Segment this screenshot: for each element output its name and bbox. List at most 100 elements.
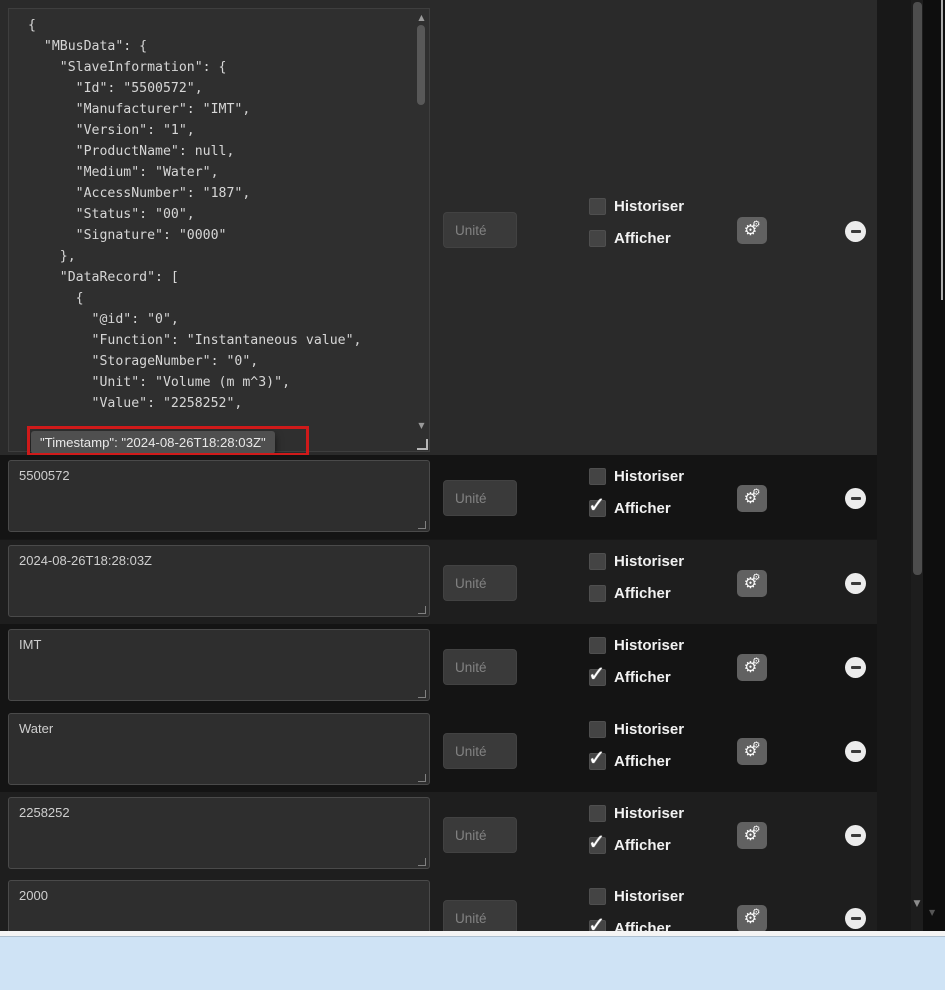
data-row: 2258252 Unité ✓ Historiser ✓ Afficher ⚙ … bbox=[0, 792, 877, 876]
unit-input[interactable]: Unité bbox=[443, 480, 517, 516]
settings-button[interactable]: ⚙ ⚙ bbox=[737, 738, 767, 765]
json-payload-textarea[interactable]: { "MBusData": { "SlaveInformation": { "I… bbox=[8, 8, 430, 454]
value-textarea[interactable]: 2000 bbox=[8, 880, 430, 931]
scroll-down-icon[interactable]: ▼ bbox=[416, 421, 427, 431]
afficher-row: ✓ Afficher bbox=[588, 493, 671, 517]
gear-small-icon: ⚙ bbox=[752, 741, 761, 751]
textarea-resize-grip[interactable] bbox=[417, 439, 428, 450]
historiser-row: ✓ Historiser bbox=[589, 552, 684, 570]
value-textarea[interactable]: IMT bbox=[8, 629, 430, 701]
remove-button[interactable] bbox=[845, 221, 866, 242]
textarea-resize-grip[interactable] bbox=[418, 690, 426, 698]
historiser-label: Historiser bbox=[614, 636, 685, 654]
unit-input[interactable]: Unité bbox=[443, 733, 517, 769]
scroll-up-icon[interactable]: ▲ bbox=[416, 13, 427, 23]
check-icon: ✓ bbox=[588, 661, 606, 686]
unit-input[interactable]: Unité bbox=[443, 900, 517, 931]
remove-button[interactable] bbox=[845, 825, 866, 846]
page-scrollbar[interactable]: ▼ bbox=[911, 0, 923, 931]
historiser-label: Historiser bbox=[614, 552, 685, 570]
historiser-checkbox[interactable]: ✓ bbox=[589, 720, 606, 738]
historiser-row: ✓ Historiser bbox=[589, 887, 684, 905]
textarea-resize-grip[interactable] bbox=[418, 774, 426, 782]
gear-small-icon: ⚙ bbox=[752, 488, 761, 498]
historiser-label: Historiser bbox=[614, 720, 685, 738]
unit-input[interactable]: Unité bbox=[443, 649, 517, 685]
afficher-checkbox[interactable]: ✓ bbox=[588, 662, 606, 686]
json-section: { "MBusData": { "SlaveInformation": { "I… bbox=[0, 0, 877, 456]
json-payload-text: { "MBusData": { "SlaveInformation": { "I… bbox=[28, 18, 362, 411]
scroll-down-icon[interactable]: ▼ bbox=[911, 899, 923, 909]
minus-icon bbox=[850, 230, 861, 233]
gear-small-icon: ⚙ bbox=[752, 825, 761, 835]
afficher-row: ✓ Afficher bbox=[589, 584, 671, 602]
afficher-row: ✓ Afficher bbox=[589, 229, 671, 247]
settings-button[interactable]: ⚙ ⚙ bbox=[737, 654, 767, 681]
settings-button[interactable]: ⚙ ⚙ bbox=[737, 905, 767, 931]
remove-button[interactable] bbox=[845, 488, 866, 509]
historiser-checkbox[interactable]: ✓ bbox=[589, 636, 606, 654]
historiser-checkbox[interactable]: ✓ bbox=[589, 887, 606, 905]
data-row: 2000 Unité ✓ Historiser ✓ Afficher ⚙ ⚙ bbox=[0, 875, 877, 931]
afficher-label: Afficher bbox=[614, 668, 671, 686]
page-scrollbar-thumb[interactable] bbox=[912, 2, 922, 575]
afficher-checkbox[interactable]: ✓ bbox=[589, 229, 606, 247]
data-row: Water Unité ✓ Historiser ✓ Afficher ⚙ ⚙ bbox=[0, 708, 877, 792]
historiser-row: ✓ Historiser bbox=[589, 720, 684, 738]
unit-input[interactable]: Unité bbox=[443, 212, 517, 248]
settings-button[interactable]: ⚙ ⚙ bbox=[737, 822, 767, 849]
remove-button[interactable] bbox=[845, 741, 866, 762]
check-icon: ✓ bbox=[588, 492, 606, 517]
minus-icon bbox=[850, 917, 861, 920]
historiser-checkbox[interactable]: ✓ bbox=[589, 197, 606, 215]
afficher-checkbox[interactable]: ✓ bbox=[588, 746, 606, 770]
minus-icon bbox=[850, 834, 861, 837]
value-textarea[interactable]: Water bbox=[8, 713, 430, 785]
afficher-label: Afficher bbox=[614, 584, 671, 602]
gear-small-icon: ⚙ bbox=[752, 573, 761, 583]
textarea-resize-grip[interactable] bbox=[418, 521, 426, 529]
remove-button[interactable] bbox=[845, 657, 866, 678]
afficher-row: ✓ Afficher bbox=[588, 662, 671, 686]
afficher-label: Afficher bbox=[614, 836, 671, 854]
afficher-checkbox[interactable]: ✓ bbox=[588, 493, 606, 517]
remove-button[interactable] bbox=[845, 908, 866, 929]
afficher-label: Afficher bbox=[614, 752, 671, 770]
minus-icon bbox=[850, 750, 861, 753]
afficher-label: Afficher bbox=[614, 229, 671, 247]
afficher-checkbox[interactable]: ✓ bbox=[588, 913, 606, 931]
value-textarea[interactable]: 5500572 bbox=[8, 460, 430, 532]
remove-button[interactable] bbox=[845, 573, 866, 594]
historiser-checkbox[interactable]: ✓ bbox=[589, 552, 606, 570]
afficher-checkbox[interactable]: ✓ bbox=[589, 584, 606, 602]
minus-icon bbox=[850, 497, 861, 500]
value-textarea[interactable]: 2024-08-26T18:28:03Z bbox=[8, 545, 430, 617]
gear-small-icon: ⚙ bbox=[752, 908, 761, 918]
historiser-label: Historiser bbox=[614, 887, 685, 905]
data-row: 2024-08-26T18:28:03Z Unité ✓ Historiser … bbox=[0, 540, 877, 624]
afficher-checkbox[interactable]: ✓ bbox=[588, 830, 606, 854]
historiser-label: Historiser bbox=[614, 197, 685, 215]
taskbar: FRA 20:33 26.08.2024 bbox=[0, 936, 945, 990]
unit-input[interactable]: Unité bbox=[443, 565, 517, 601]
json-textarea-scrollbar[interactable]: ▲ ▼ bbox=[416, 11, 427, 449]
settings-button[interactable]: ⚙ ⚙ bbox=[737, 570, 767, 597]
minus-icon bbox=[850, 582, 861, 585]
settings-button[interactable]: ⚙ ⚙ bbox=[737, 485, 767, 512]
scroll-down-icon[interactable]: ▼ bbox=[929, 908, 935, 917]
historiser-row: ✓ Historiser bbox=[589, 636, 684, 654]
afficher-row: ✓ Afficher bbox=[588, 746, 671, 770]
afficher-label: Afficher bbox=[614, 919, 671, 932]
historiser-checkbox[interactable]: ✓ bbox=[589, 804, 606, 822]
historiser-row: ✓ Historiser bbox=[589, 804, 684, 822]
textarea-resize-grip[interactable] bbox=[418, 606, 426, 614]
settings-button[interactable]: ⚙ ⚙ bbox=[737, 217, 767, 244]
timestamp-highlighted-line: "Timestamp": "2024-08-26T18:28:03Z" bbox=[31, 431, 275, 454]
unit-input[interactable]: Unité bbox=[443, 817, 517, 853]
historiser-checkbox[interactable]: ✓ bbox=[589, 467, 606, 485]
json-scrollbar-thumb[interactable] bbox=[417, 25, 425, 105]
value-textarea[interactable]: 2258252 bbox=[8, 797, 430, 869]
historiser-label: Historiser bbox=[614, 467, 685, 485]
historiser-row: ✓ Historiser bbox=[589, 197, 684, 215]
textarea-resize-grip[interactable] bbox=[418, 858, 426, 866]
